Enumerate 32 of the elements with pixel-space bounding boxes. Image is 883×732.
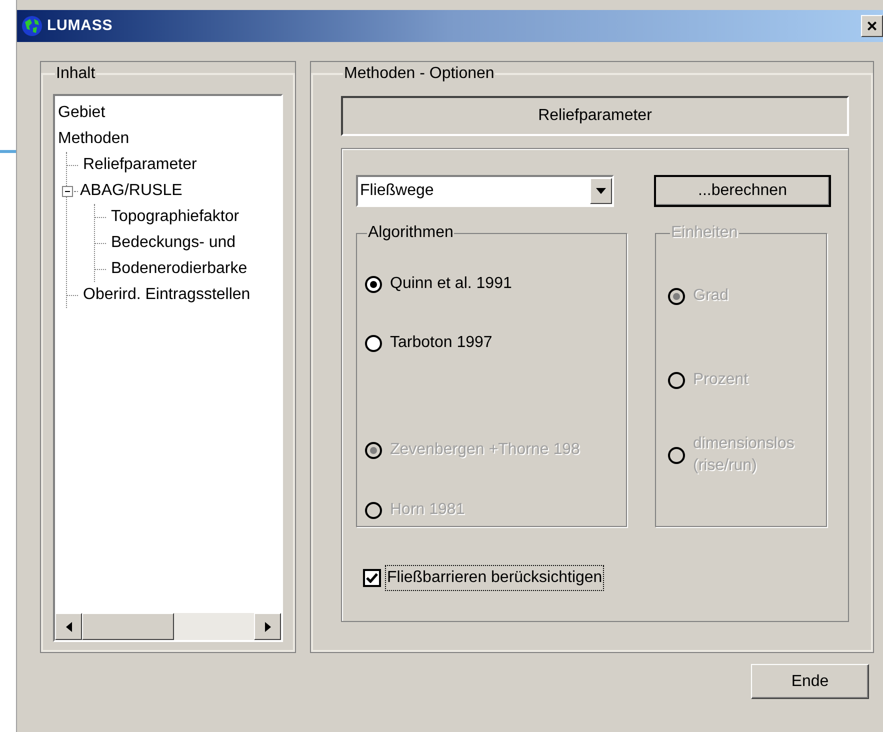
left-arrow-icon — [66, 622, 72, 632]
tree-item[interactable]: Bodenerodierbarke — [109, 257, 250, 281]
window-title: LUMASS — [47, 16, 113, 36]
group-title: Methoden - Optionen — [343, 64, 496, 84]
compute-button[interactable]: ...berechnen — [654, 175, 831, 207]
scrollbar-thumb[interactable] — [82, 613, 174, 640]
dropdown-arrow-icon — [596, 188, 606, 194]
radio-label: Tarboton 1997 — [390, 333, 492, 353]
tree-toggle-icon[interactable] — [62, 186, 73, 196]
group-title: Inhalt — [55, 64, 96, 84]
tree-item[interactable]: Methoden — [56, 127, 132, 151]
tree-item[interactable]: Topographiefaktor — [109, 205, 242, 229]
checkbox[interactable] — [363, 569, 381, 587]
radio-button[interactable] — [365, 276, 382, 292]
tree-item[interactable]: Oberird. Eintragsstellen — [81, 283, 252, 307]
scroll-right-button[interactable] — [254, 613, 281, 640]
horizontal-scrollbar[interactable] — [55, 613, 281, 640]
group-title: Algorithmen — [367, 223, 454, 243]
tree-item[interactable]: Bedeckungs- und — [109, 231, 238, 255]
end-button[interactable]: Ende — [751, 664, 869, 699]
scroll-left-button[interactable] — [55, 613, 82, 640]
tree-item[interactable]: ABAG/RUSLE — [78, 179, 184, 203]
tree-item[interactable]: Gebiet — [56, 101, 108, 125]
radio-label: Quinn et al. 1991 — [390, 274, 512, 294]
globe-icon — [21, 15, 43, 37]
right-arrow-icon — [264, 622, 270, 632]
method-dropdown[interactable]: Fließwege — [356, 175, 614, 207]
tree-item[interactable]: Reliefparameter — [81, 153, 199, 177]
radio-button[interactable] — [365, 334, 382, 352]
section-heading: Reliefparameter — [341, 96, 849, 136]
checkbox-label: Fließbarrieren berücksichtigen — [385, 565, 604, 591]
close-button[interactable]: × — [861, 15, 883, 37]
